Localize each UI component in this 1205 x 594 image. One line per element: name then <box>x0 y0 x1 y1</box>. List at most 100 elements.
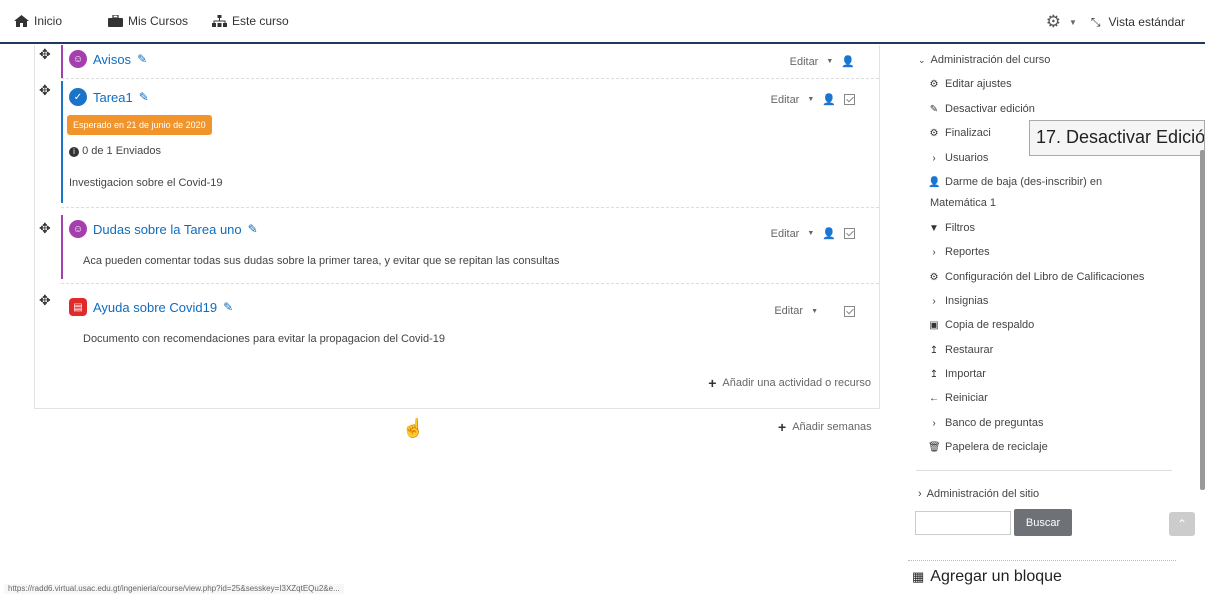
chevron-right-icon: › <box>932 295 936 307</box>
admin-item-label: Usuarios <box>945 152 989 164</box>
admin-item-disable-editing[interactable]: ✎ Desactivar edición <box>928 103 1035 115</box>
admin-item-label: Papelera de reciclaje <box>945 441 1048 453</box>
status-bar-url: https://radd6.virtual.usac.edu.gt/ingeni… <box>4 584 344 594</box>
activity-title-text[interactable]: Avisos <box>93 52 131 67</box>
admin-item-users[interactable]: › Usuarios <box>928 152 988 164</box>
caret-down-icon[interactable]: ▼ <box>826 58 833 65</box>
admin-item-label: Desactivar edición <box>945 103 1035 115</box>
pencil-icon[interactable]: ✎ <box>223 300 233 314</box>
activity-actions: Editar ▼ 👤 <box>771 227 855 240</box>
activity-title-text[interactable]: Ayuda sobre Covid19 <box>93 300 217 315</box>
gear-icon: ⚙ <box>929 271 939 283</box>
course-admin-toggle[interactable]: ⌄ Administración del curso <box>918 54 1050 66</box>
admin-item-reset[interactable]: ← Reiniciar <box>928 392 988 404</box>
move-icon[interactable]: ✥ <box>39 221 51 235</box>
site-admin-toggle[interactable]: › Administración del sitio <box>918 488 1039 500</box>
admin-item-restore[interactable]: ↥ Restaurar <box>928 344 994 356</box>
admin-item-label: Filtros <box>945 222 975 234</box>
activity-title[interactable]: ✓ Tarea1 ✎ <box>69 88 149 106</box>
gear-icon: ⚙ <box>929 127 939 139</box>
divider <box>61 207 879 208</box>
pencil-icon[interactable]: ✎ <box>137 52 147 66</box>
scroll-top-button[interactable]: ⌃ <box>1169 512 1195 536</box>
sitemap-icon <box>212 15 227 27</box>
admin-item-label: Reportes <box>945 246 990 258</box>
admin-item-label: Banco de preguntas <box>945 417 1044 429</box>
pencil-icon: ✎ <box>929 103 939 115</box>
admin-item-label: Copia de respaldo <box>945 319 1035 331</box>
chevron-right-icon: › <box>932 152 936 164</box>
upload-icon: ↥ <box>929 344 939 356</box>
add-activity-link[interactable]: + Añadir una actividad o recurso <box>708 375 871 391</box>
admin-item-edit-settings[interactable]: ⚙ Editar ajustes <box>928 78 1012 90</box>
caret-down-icon[interactable]: ▼ <box>811 308 818 315</box>
admin-item-unenrol[interactable]: 👤 Darme de baja (des-inscribir) en <box>928 176 1102 188</box>
admin-item-backup[interactable]: ▣ Copia de respaldo <box>928 319 1034 331</box>
scrollbar[interactable] <box>1200 150 1205 490</box>
pencil-icon[interactable]: ✎ <box>248 222 258 236</box>
admin-item-badges[interactable]: › Insignias <box>928 295 988 307</box>
file-icon: ▣ <box>929 319 939 331</box>
plus-icon: + <box>708 375 717 391</box>
activity-description: Investigacion sobre el Covid-19 <box>69 177 223 189</box>
search-button[interactable]: Buscar <box>1014 509 1072 536</box>
activity-title-text[interactable]: Tarea1 <box>93 90 133 105</box>
activity-title[interactable]: ☺ Dudas sobre la Tarea uno ✎ <box>69 220 258 238</box>
add-block[interactable]: ▦ Agregar un bloque <box>912 568 1062 586</box>
move-icon[interactable]: ✥ <box>39 47 51 61</box>
divider <box>61 283 879 284</box>
submission-count-text[interactable]: 0 de 1 Enviados <box>82 145 161 157</box>
edit-menu[interactable]: Editar <box>771 94 800 106</box>
nav-this-course[interactable]: Este curso <box>212 14 289 28</box>
caret-down-icon[interactable]: ▼ <box>1069 18 1077 27</box>
pdf-icon: ▤ <box>69 298 87 316</box>
admin-item-unenrol-course[interactable]: Matemática 1 <box>930 197 996 209</box>
admin-item-label: Matemática 1 <box>930 197 997 209</box>
compress-icon: ⤡ <box>1090 14 1101 29</box>
edit-menu[interactable]: Editar <box>790 56 819 68</box>
completion-checkbox[interactable] <box>844 228 855 239</box>
course-admin-label: Administración del curso <box>930 54 1051 66</box>
search-input[interactable] <box>915 511 1011 535</box>
activity-ayuda: ▤ Ayuda sobre Covid19 ✎ Editar ▼ Documen… <box>61 291 873 351</box>
top-navbar: Inicio Mis Cursos Este curso ⚙ ▼ ⤡ Vista… <box>0 0 1205 44</box>
caret-down-icon[interactable]: ▼ <box>807 230 814 237</box>
activity-actions: Editar ▼ <box>774 305 855 317</box>
admin-item-recycle-bin[interactable]: 🗑 Papelera de reciclaje <box>928 441 1048 453</box>
completion-checkbox[interactable] <box>844 305 855 317</box>
standard-view-toggle[interactable]: Vista estándar <box>1109 15 1186 29</box>
pencil-icon[interactable]: ✎ <box>139 90 149 104</box>
caret-down-icon[interactable]: ▼ <box>807 96 814 103</box>
admin-item-filters[interactable]: ▼ Filtros <box>928 222 975 234</box>
activity-actions: Editar ▼ 👤 <box>771 93 855 106</box>
activity-title[interactable]: ▤ Ayuda sobre Covid19 ✎ <box>69 298 233 316</box>
plus-icon: + <box>778 419 787 435</box>
activity-description: Aca pueden comentar todas sus dudas sobr… <box>83 255 560 267</box>
move-icon[interactable]: ✥ <box>39 83 51 97</box>
completion-checkbox[interactable] <box>844 94 855 105</box>
admin-item-gradebook-setup[interactable]: ⚙ Configuración del Libro de Calificacion… <box>928 271 1145 283</box>
edit-menu[interactable]: Editar <box>774 305 803 317</box>
nav-my-courses[interactable]: Mis Cursos <box>108 14 188 28</box>
add-weeks-link[interactable]: + Añadir semanas <box>778 419 872 435</box>
user-icon[interactable]: 👤 <box>822 93 836 106</box>
forum-icon: ☺ <box>69 50 87 68</box>
move-icon[interactable]: ✥ <box>39 293 51 307</box>
course-section: ✥ ☺ Avisos ✎ Editar ▼ 👤 ✥ ✓ Tarea1 ✎ Edi… <box>34 45 880 409</box>
admin-item-import[interactable]: ↥ Importar <box>928 368 986 380</box>
admin-item-label: Importar <box>945 368 986 380</box>
admin-item-label: Finalizaci <box>945 127 991 139</box>
admin-item-label: Insignias <box>945 295 989 307</box>
admin-item-question-bank[interactable]: › Banco de preguntas <box>928 417 1043 429</box>
user-icon[interactable]: 👤 <box>841 55 855 68</box>
edit-menu[interactable]: Editar <box>771 228 800 240</box>
admin-item-reports[interactable]: › Reportes <box>928 246 990 258</box>
home-icon <box>14 15 29 27</box>
nav-home[interactable]: Inicio <box>14 14 62 28</box>
activity-title-text[interactable]: Dudas sobre la Tarea uno <box>93 222 242 237</box>
gear-icon[interactable]: ⚙ <box>1046 12 1061 32</box>
submission-count: i 0 de 1 Enviados <box>69 145 161 157</box>
user-icon[interactable]: 👤 <box>822 227 836 240</box>
admin-item-completion[interactable]: ⚙ Finalizaci <box>928 127 991 139</box>
activity-title[interactable]: ☺ Avisos ✎ <box>69 50 147 68</box>
